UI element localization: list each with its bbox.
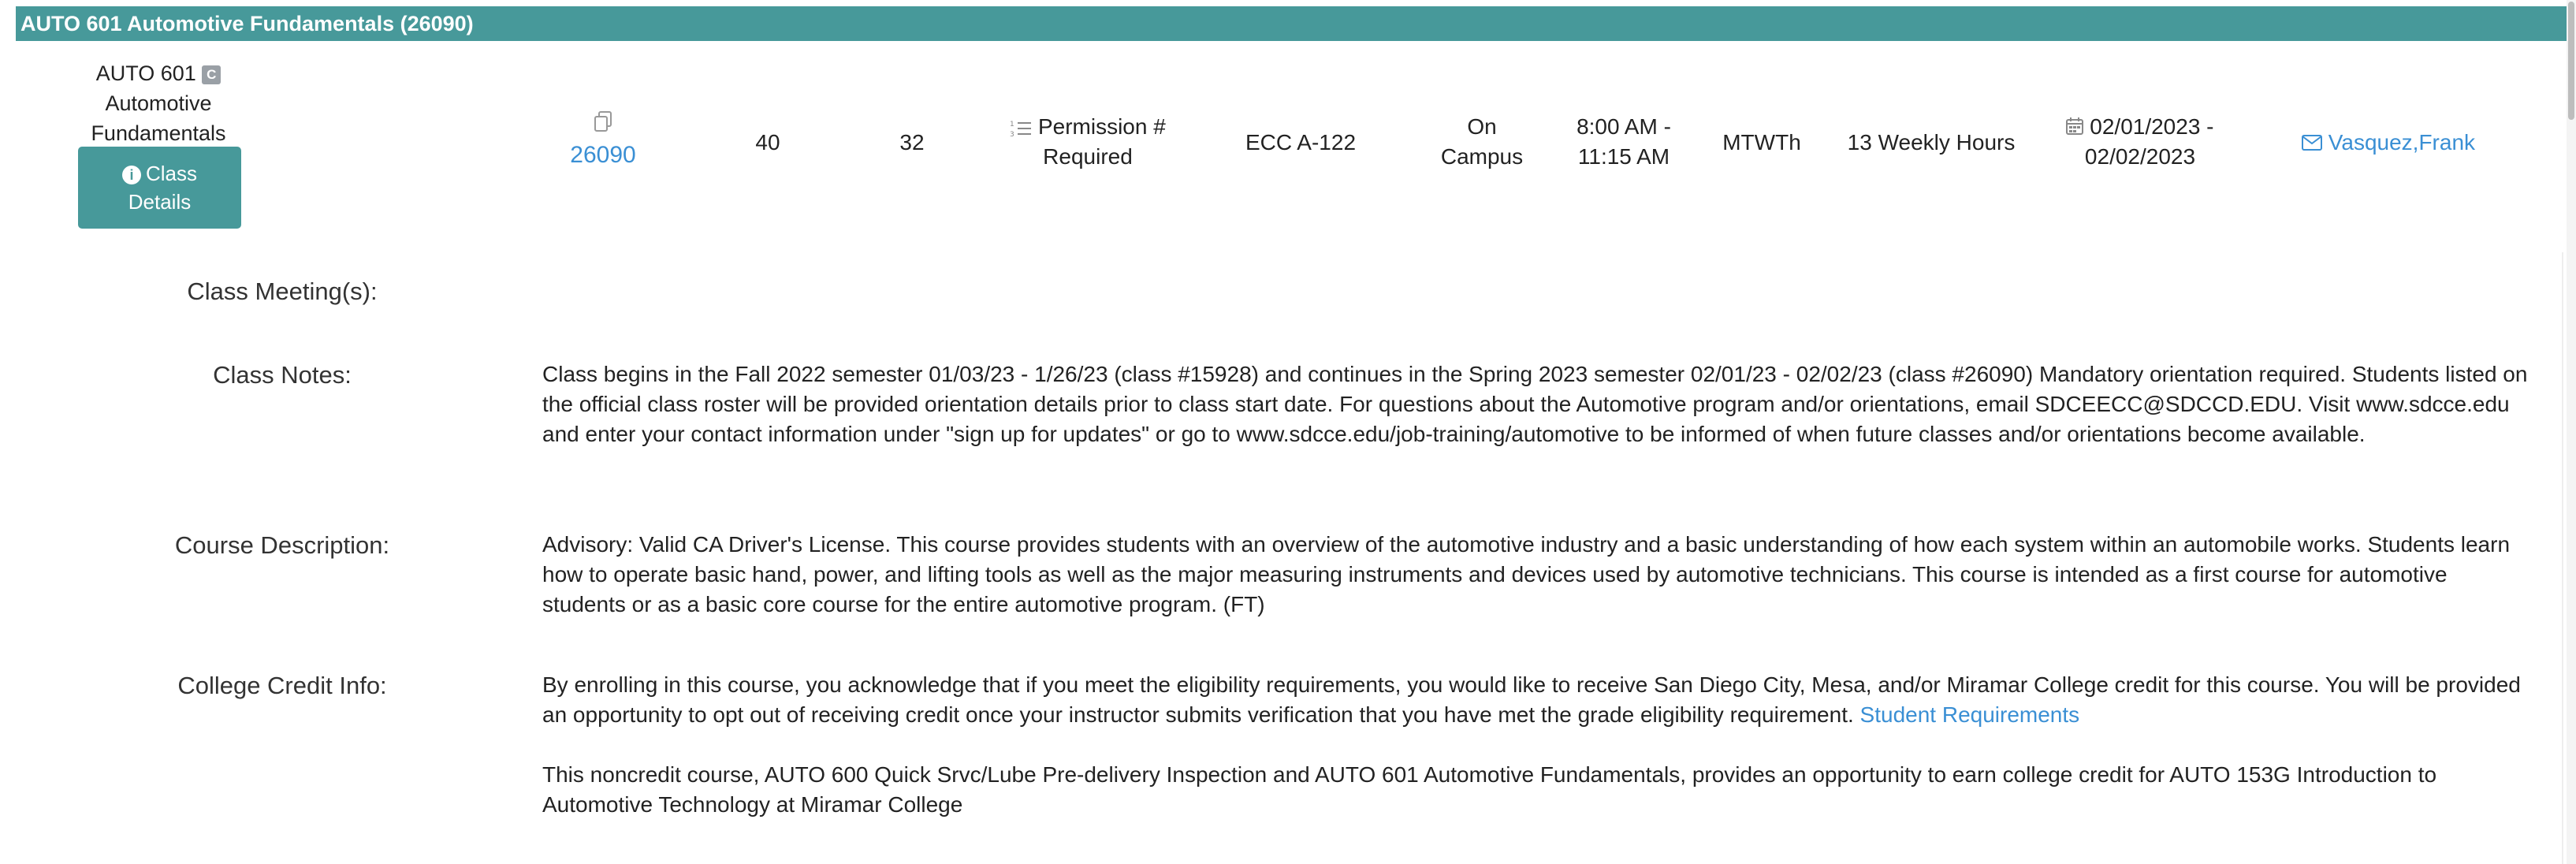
course-name-line2: Fundamentals (91, 121, 226, 145)
dates-cell: 02/01/2023 - 02/02/2023 (2049, 112, 2231, 172)
copy-icon[interactable] (544, 110, 662, 140)
permission-cell: 13 Permission # Required (989, 112, 1186, 172)
class-details-button[interactable]: i Class Details (78, 147, 241, 229)
svg-text:3: 3 (1010, 131, 1014, 138)
list-icon: 13 (1010, 114, 1038, 139)
college-credit-label: College Credit Info: (177, 672, 387, 699)
class-details-label-line1: Class (145, 162, 197, 185)
svg-text:1: 1 (1010, 121, 1014, 128)
course-description-text: Advisory: Valid CA Driver's License. Thi… (542, 532, 2511, 616)
class-notes-text: Class begins in the Fall 2022 semester 0… (542, 362, 2528, 446)
scrollbar[interactable] (2567, 0, 2576, 864)
instructor-cell[interactable]: Vasquez,Frank (2302, 128, 2507, 158)
course-header: AUTO 601 Automotive Fundamentals (26090) (16, 6, 2567, 41)
room-value: ECC A-122 (1245, 130, 1357, 155)
divider (2562, 252, 2563, 864)
credit-badge: C (202, 65, 221, 84)
calendar-icon (2066, 114, 2090, 139)
class-details-label-line2: Details (128, 190, 192, 214)
mail-icon[interactable] (2302, 130, 2328, 155)
location-line1: On (1467, 114, 1497, 139)
class-meetings-label: Class Meeting(s): (187, 277, 378, 305)
class-number-link[interactable]: 26090 (544, 140, 662, 170)
course-description-label: Course Description: (174, 531, 390, 559)
location-line2: Campus (1440, 144, 1524, 169)
student-requirements-link[interactable]: Student Requirements (1860, 702, 2080, 727)
college-credit-text: By enrolling in this course, you acknowl… (542, 670, 2529, 730)
class-number-cell: 26090 (544, 110, 662, 170)
permission-line2: Required (1043, 144, 1133, 169)
dates-line2: 02/02/2023 (2084, 144, 2196, 169)
credit-noncredit-text: This noncredit course, AUTO 600 Quick Sr… (542, 762, 2437, 817)
instructor-link[interactable]: Vasquez,Frank (2328, 130, 2475, 155)
time-cell: 8:00 AM - 11:15 AM (1561, 112, 1687, 172)
permission-line1: Permission # (1037, 114, 1166, 139)
location-cell: On Campus (1419, 112, 1545, 172)
course-name-line1: Automotive (105, 91, 212, 115)
course-code: AUTO 601 (95, 61, 196, 85)
credit-text-1: By enrolling in this course, you acknowl… (542, 672, 2521, 727)
course-name-cell: AUTO 601 C Automotive Fundamentals (63, 58, 254, 148)
info-icon: i (121, 166, 141, 185)
scrollbar-thumb[interactable] (2568, 2, 2574, 120)
seats-value: 40 (755, 130, 780, 155)
class-notes-label: Class Notes: (213, 361, 352, 389)
available-value: 32 (899, 130, 925, 155)
days-value: MTWTh (1722, 130, 1801, 155)
hours-value: 13 Weekly Hours (1847, 130, 2016, 155)
time-line1: 8:00 AM - (1576, 114, 1671, 139)
time-line2: 11:15 AM (1577, 144, 1670, 169)
dates-line1: 02/01/2023 - (2090, 114, 2214, 139)
